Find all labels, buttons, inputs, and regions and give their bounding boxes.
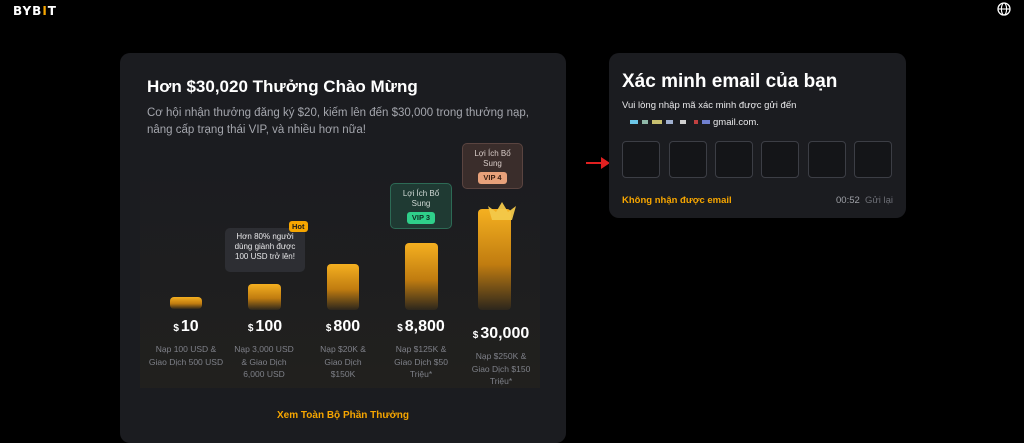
crown-icon (488, 202, 516, 220)
email-domain: gmail.com. (713, 117, 759, 128)
email-verification-card: Xác minh email của bạn Vui lòng nhập mã … (609, 53, 906, 218)
tier-bar-4 (405, 243, 438, 310)
arrow-pointer-icon (586, 157, 610, 169)
tier-bar-3 (327, 264, 359, 310)
tier-amount-5: $30,000 (472, 325, 530, 342)
masked-email: gmail.com. (622, 117, 822, 129)
masked-block (680, 120, 686, 124)
tier-desc-5: Nạp $250K & Giao Dịch $150 Triệu* (471, 351, 531, 386)
otp-digit-4[interactable] (761, 141, 799, 178)
masked-block (642, 120, 648, 124)
otp-digit-2[interactable] (669, 141, 707, 178)
view-all-rewards-link[interactable]: Xem Toàn Bộ Phần Thưởng (120, 410, 566, 421)
vip3-badge: VIP 3 (406, 212, 436, 224)
tier-desc-2: Nạp 3,000 USD & Giao Dịch 6,000 USD (234, 344, 294, 379)
tier-desc-4: Nạp $125K & Giao Dịch $50 Triệu* (394, 344, 448, 379)
tier-desc-3: Nạp $20K & Giao Dịch $150K (320, 344, 366, 379)
tier-bar-1 (170, 297, 202, 309)
vip4-bubble-text: Lợi Ích Bổ Sung (474, 149, 511, 168)
tier-bar-5 (478, 209, 511, 310)
otp-digit-1[interactable] (622, 141, 660, 178)
globe-icon[interactable] (997, 2, 1011, 16)
hot-badge: Hot (289, 221, 308, 232)
otp-digit-5[interactable] (808, 141, 846, 178)
vip4-badge: VIP 4 (478, 172, 507, 184)
popular-tier-bubble: Hơn 80% người dùng giành được 100 USD tr… (225, 228, 305, 272)
top-bar: BYBIT (0, 0, 1024, 22)
rewards-title: Hơn $30,020 Thưởng Chào Mừng (147, 77, 418, 96)
vip3-bubble-text: Lợi Ích Bổ Sung (402, 189, 440, 208)
bybit-logo[interactable]: BYBIT (13, 4, 57, 18)
masked-block (666, 120, 673, 124)
verification-instruction: Vui lòng nhập mã xác minh được gửi đến (622, 100, 797, 111)
no-email-received-link[interactable]: Không nhận được email (622, 195, 732, 206)
resend-button[interactable]: Gửi lại (865, 195, 893, 206)
rewards-subtitle: Cơ hội nhận thưởng đăng ký $20, kiếm lên… (147, 107, 529, 136)
tier-desc-1: Nạp 100 USD & Giao Dịch 500 USD (148, 344, 224, 367)
tier-amount-1: $10 (173, 318, 199, 335)
resend-countdown: 00:52 (836, 195, 860, 206)
tier-amount-3: $800 (325, 318, 361, 335)
otp-digit-3[interactable] (715, 141, 753, 178)
masked-block (702, 120, 710, 124)
verification-title: Xác minh email của bạn (622, 71, 838, 92)
masked-block (630, 120, 638, 124)
tier-amount-2: $100 (247, 318, 283, 335)
welcome-rewards-card: Hơn $30,020 Thưởng Chào Mừng Cơ hội nhận… (120, 53, 566, 443)
masked-block (694, 120, 698, 124)
tier-bar-2 (248, 284, 281, 310)
vip3-bubble: Lợi Ích Bổ Sung VIP 3 (390, 183, 452, 229)
vip4-bubble: Lợi Ích Bổ Sung VIP 4 (462, 143, 523, 189)
otp-digit-6[interactable] (854, 141, 892, 178)
masked-block (652, 120, 662, 124)
tier-amount-4: $8,800 (397, 318, 445, 335)
